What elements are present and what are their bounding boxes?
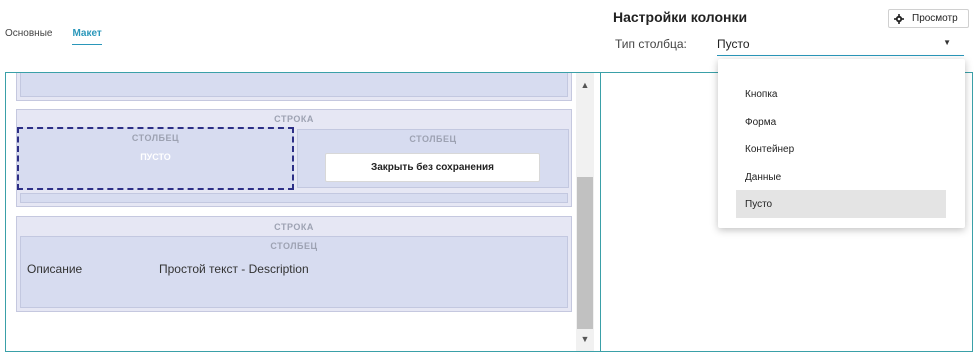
option-form[interactable]: Форма <box>736 108 946 136</box>
preview-button[interactable]: Просмотр <box>888 9 969 28</box>
gear-icon <box>894 13 904 24</box>
panel-divider <box>600 73 601 351</box>
field-label: Описание <box>27 262 83 276</box>
layout-row[interactable]: СТРОКА СТОЛБЕЦ Описание Простой текст - … <box>16 216 572 312</box>
layout-row[interactable]: СТРОКА СТОЛБЕЦ ПУСТО СТОЛБЕЦ Закрыть без… <box>16 109 572 207</box>
column-type-dropdown: Кнопка Форма Контейнер Данные Пусто <box>718 59 965 228</box>
canvas-scrollbar[interactable]: ▲ ▼ <box>576 73 594 351</box>
layout-column[interactable]: СТОЛБЕЦ Закрыть без сохранения <box>297 129 569 188</box>
layout-column <box>20 193 568 203</box>
scroll-up-arrow-icon[interactable]: ▲ <box>576 77 594 93</box>
column-type-value: Пусто <box>717 37 750 51</box>
option-empty[interactable]: Пусто <box>736 190 946 218</box>
preview-label: Просмотр <box>912 13 958 24</box>
row-title: СТРОКА <box>274 222 314 232</box>
column-title: СТОЛБЕЦ <box>131 133 180 143</box>
column-empty-label: ПУСТО <box>140 152 171 162</box>
layout-column[interactable] <box>20 73 568 97</box>
chevron-down-icon: ▼ <box>943 38 951 47</box>
layout-column-selected[interactable]: СТОЛБЕЦ ПУСТО <box>17 127 294 190</box>
field-value: Простой текст - Description <box>159 262 309 276</box>
tab-layout[interactable]: Макет <box>72 28 102 45</box>
layout-row[interactable] <box>16 73 572 101</box>
column-title: СТОЛБЕЦ <box>409 134 457 144</box>
scrollbar-thumb[interactable] <box>577 177 593 329</box>
column-type-label: Тип столбца: <box>615 37 687 51</box>
layout-canvas: СТРОКА СТОЛБЕЦ ПУСТО СТОЛБЕЦ Закрыть без… <box>6 73 576 351</box>
close-without-saving-button[interactable]: Закрыть без сохранения <box>325 153 540 182</box>
option-data[interactable]: Данные <box>736 163 946 191</box>
option-button[interactable]: Кнопка <box>736 80 946 108</box>
option-container[interactable]: Контейнер <box>736 135 946 163</box>
layout-column[interactable]: СТОЛБЕЦ Описание Простой текст - Descrip… <box>20 236 568 308</box>
tab-general[interactable]: Основные <box>5 28 52 45</box>
row-title: СТРОКА <box>274 114 314 124</box>
column-title: СТОЛБЕЦ <box>270 241 318 251</box>
scroll-down-arrow-icon[interactable]: ▼ <box>576 331 594 347</box>
column-type-select[interactable]: Пусто ▼ <box>717 31 964 56</box>
column-settings-title: Настройки колонки <box>613 9 748 25</box>
tab-bar: Основные Макет <box>5 28 122 45</box>
